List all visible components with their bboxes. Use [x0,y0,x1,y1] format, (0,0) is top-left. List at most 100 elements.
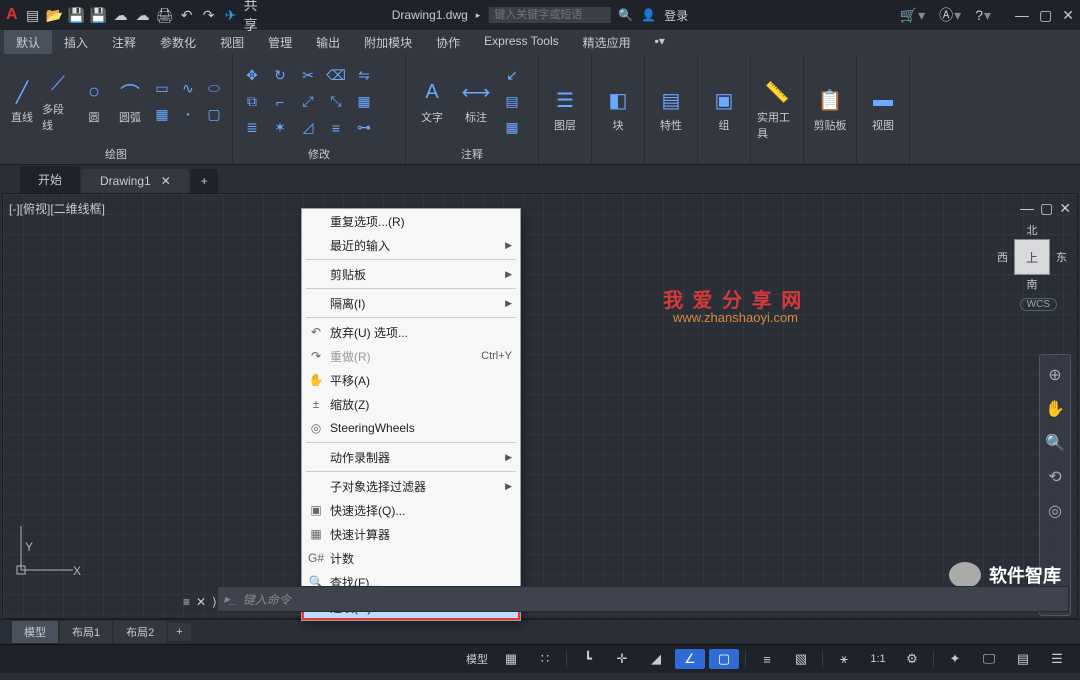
open-icon[interactable]: 📂 [46,6,64,24]
layer-button[interactable]: ☰图层 [545,72,585,148]
web-save-icon[interactable]: ☁ [134,6,152,24]
tab-parametric[interactable]: 参数化 [148,30,208,54]
ctx-repeat[interactable]: 重复选项...(R) [302,209,520,233]
region-icon[interactable]: ▢ [202,103,226,127]
ellipse-icon[interactable]: ⬭ [202,77,226,101]
tab-start[interactable]: 开始 [20,166,80,193]
tab-overflow-icon[interactable]: ▪▾ [643,30,677,54]
text-button[interactable]: A文字 [412,64,452,140]
spline-icon[interactable]: ∿ [176,77,200,101]
tab-collab[interactable]: 协作 [424,30,472,54]
polar-icon[interactable]: ✛ [607,649,637,669]
dimension-button[interactable]: ⟷标注 [456,64,496,140]
table-icon[interactable]: ▤ [500,90,524,114]
move-icon[interactable]: ✥ [239,64,265,88]
vp-close-icon[interactable]: ✕ [1059,200,1071,217]
search-icon[interactable]: 🔍 [618,8,633,22]
gear-icon[interactable]: ⚙ [897,649,927,669]
otrack-icon[interactable]: ▢ [709,649,739,669]
leader-icon[interactable]: ↙ [500,64,524,88]
layout-2[interactable]: 布局2 [114,621,166,643]
tab-insert[interactable]: 插入 [52,30,100,54]
maximize-icon[interactable]: ▢ [1039,7,1052,24]
tab-annotate[interactable]: 注释 [100,30,148,54]
arc-button[interactable]: ⌒圆弧 [114,64,146,140]
new-icon[interactable]: ▤ [24,6,42,24]
erase-icon[interactable]: ⌫ [323,64,349,88]
add-tab-button[interactable]: + [191,169,218,193]
help-icon[interactable]: ?▾ [975,7,991,24]
ctx-steeringwheels[interactable]: ◎SteeringWheels [302,416,520,440]
join-icon[interactable]: ⊶ [351,116,377,140]
view-cube[interactable]: 北 南 东 西 上 [997,222,1067,292]
mtext-icon[interactable]: ▦ [500,116,524,140]
units-icon[interactable]: ▤ [1008,649,1038,669]
point-icon[interactable]: ･ [176,103,200,127]
scale-label[interactable]: 1:1 [863,649,893,669]
viewcube-south[interactable]: 南 [1027,276,1038,292]
viewcube-top[interactable]: 上 [1014,239,1050,275]
login-label[interactable]: 登录 [664,7,688,24]
saveas-icon[interactable]: 💾 [90,6,108,24]
nav-pan-icon[interactable]: ✋ [1045,399,1065,419]
copy-icon[interactable]: ⧉ [239,90,265,114]
cart-icon[interactable]: 🛒▾ [900,7,925,24]
stretch-icon[interactable]: ⤢ [295,90,321,114]
layout-1[interactable]: 布局1 [60,621,112,643]
cmd-close-icon[interactable]: ✕ [196,595,206,609]
workspace-icon[interactable]: ✦ [940,649,970,669]
chamfer-icon[interactable]: ◿ [295,116,321,140]
ctx-undo[interactable]: ↶放弃(U) 选项... [302,320,520,344]
scale-icon[interactable]: ⤡ [323,90,349,114]
layout-add[interactable]: + [168,623,190,641]
redo-icon[interactable]: ↷ [200,6,218,24]
vp-min-icon[interactable]: — [1020,200,1034,217]
rotate-icon[interactable]: ↻ [267,64,293,88]
command-line[interactable]: ▸_ 键入命令 [217,586,1069,612]
ctx-pan[interactable]: ✋平移(A) [302,368,520,392]
vp-max-icon[interactable]: ▢ [1040,200,1053,217]
close-tab-icon[interactable]: ✕ [161,174,171,188]
transparency-icon[interactable]: ▧ [786,649,816,669]
ctx-quickcalc[interactable]: ▦快速计算器 [302,522,520,546]
ctx-isolate[interactable]: 隔离(I) [302,291,520,315]
save-icon[interactable]: 💾 [68,6,86,24]
viewport-label[interactable]: [-][俯视][二维线框] [9,200,105,217]
close-icon[interactable]: ✕ [1062,7,1074,24]
ortho-icon[interactable]: ┗ [573,649,603,669]
annoscale-icon[interactable]: ⚹ [829,649,859,669]
grid-icon[interactable]: ▦ [496,649,526,669]
share-icon[interactable]: ✈ [222,6,240,24]
user-icon[interactable]: 👤 [641,8,656,22]
circle-button[interactable]: ○圆 [78,64,110,140]
tab-output[interactable]: 输出 [304,30,352,54]
clipboard-button[interactable]: 📋剪贴板 [810,72,850,148]
nav-orbit-icon[interactable]: ⟲ [1048,467,1061,487]
minimize-icon[interactable]: — [1015,7,1029,24]
polyline-button[interactable]: ⟋多段线 [42,64,74,140]
plot-icon[interactable]: 🖨 [156,6,174,24]
ctx-action-recorder[interactable]: 动作录制器 [302,445,520,469]
web-open-icon[interactable]: ☁ [112,6,130,24]
layout-model[interactable]: 模型 [12,621,58,643]
viewcube-north[interactable]: 北 [1027,222,1038,238]
offset-icon[interactable]: ≣ [239,116,265,140]
ctx-clipboard[interactable]: 剪贴板 [302,262,520,286]
hatch-icon[interactable]: ▦ [150,103,174,127]
snap-icon[interactable]: ∷ [530,649,560,669]
ctx-zoom[interactable]: ±缩放(Z) [302,392,520,416]
ctx-subobject-filter[interactable]: 子对象选择过滤器 [302,474,520,498]
explode-icon[interactable]: ✶ [267,116,293,140]
nav-full-icon[interactable]: ⊕ [1048,365,1061,385]
wcs-label[interactable]: WCS [1020,298,1057,311]
status-model[interactable]: 模型 [462,649,492,669]
rect-icon[interactable]: ▭ [150,77,174,101]
undo-icon[interactable]: ↶ [178,6,196,24]
viewcube-east[interactable]: 东 [1056,249,1067,265]
tab-default[interactable]: 默认 [4,30,52,54]
utilities-button[interactable]: 📏实用工具 [757,72,797,148]
trim-icon[interactable]: ✂ [295,64,321,88]
array-icon[interactable]: ▦ [351,90,377,114]
group-button[interactable]: ▣组 [704,72,744,148]
ctx-recent-input[interactable]: 最近的输入 [302,233,520,257]
